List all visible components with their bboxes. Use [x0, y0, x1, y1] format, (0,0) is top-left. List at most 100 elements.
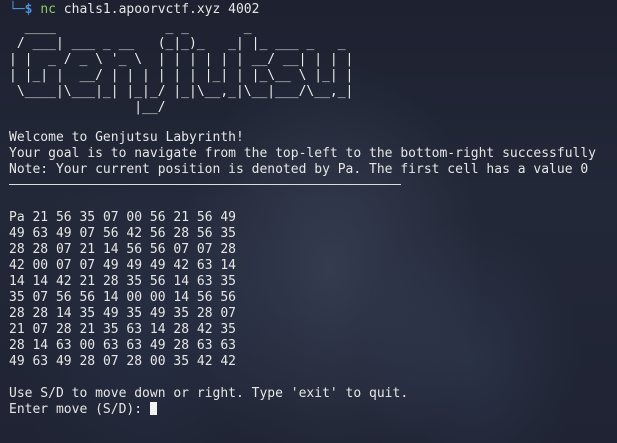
grid-cell: 21	[173, 210, 190, 225]
grid-row: 35 07 56 56 14 00 00 14 56 56	[9, 290, 236, 306]
grid-cell: 28	[173, 322, 190, 337]
grid-cell: 21	[79, 322, 96, 337]
grid-cell: 28	[173, 338, 190, 353]
grid-cell: 42	[55, 274, 72, 289]
grid-cell: 28	[9, 306, 25, 321]
grid-cell: 42	[196, 354, 213, 369]
grid-cell: 07	[196, 242, 213, 257]
grid-cell: 28	[102, 274, 119, 289]
grid-cell: 56	[79, 290, 96, 305]
grid-cell: 49	[9, 226, 25, 241]
grid-cell: 00	[149, 354, 166, 369]
grid-cell: 14	[102, 242, 119, 257]
grid-row: 49 63 49 28 07 28 00 35 42 42	[9, 354, 236, 370]
grid-cell: 49	[149, 258, 166, 273]
grid-cell: 56	[196, 226, 213, 241]
grid-cell: 07	[79, 258, 96, 273]
grid-cell: 28	[126, 354, 143, 369]
banner-line: |__/	[9, 100, 166, 115]
grid-cell: 42	[173, 258, 190, 273]
ascii-art-banner: ____ _ _ _ / ___| ___ _ __ (_|_)_ _| |_ …	[9, 20, 353, 116]
command-name: nc	[40, 2, 56, 17]
grid-cell: 00	[149, 290, 166, 305]
grid-cell: 56	[126, 242, 143, 257]
grid-cell: 56	[55, 210, 72, 225]
grid-cell: 21	[79, 274, 96, 289]
grid-cell: 28	[32, 306, 49, 321]
grid-cell: 28	[9, 338, 25, 353]
grid-cell: 56	[102, 226, 119, 241]
grid-cell: 63	[55, 338, 72, 353]
grid-cell: 56	[149, 274, 166, 289]
grid-cell: 07	[55, 258, 72, 273]
grid-cell: 63	[196, 338, 213, 353]
banner-line: ____ _ _ _	[9, 20, 252, 35]
grid-cell: 63	[126, 338, 143, 353]
banner-line: / ___| ___ _ __ (_|_)_ _| |_ ___ _ _	[9, 36, 346, 51]
grid-cell: 49	[220, 210, 237, 225]
grid-row: 14 14 42 21 28 35 56 14 63 35	[9, 274, 236, 290]
grid-cell: 35	[220, 226, 237, 241]
text-cursor[interactable]	[149, 402, 157, 415]
grid-cell: 49	[102, 258, 119, 273]
grid-cell: 07	[32, 322, 49, 337]
grid-cell: 28	[79, 354, 96, 369]
banner-line: \____|\___|_| |_|_/ |_|\__,_|\__|___/\__…	[9, 84, 354, 99]
move-input-line[interactable]: Enter move (S/D):	[9, 402, 157, 418]
grid-cell: 35	[126, 274, 143, 289]
prompt-dollar-sign: $	[24, 2, 33, 17]
terminal-window[interactable]: └─$ nc chals1.apoorvctf.xyz 4002 ____ _ …	[0, 0, 617, 443]
grid-cell: 49	[102, 306, 119, 321]
grid-cell: 35	[79, 306, 96, 321]
grid-cell: 14	[173, 290, 190, 305]
grid-cell: 49	[9, 354, 25, 369]
grid-cell: 28	[220, 242, 237, 257]
banner-line: | | _ / _ \ '_ \ | | | | | | __/ __| | |…	[9, 52, 354, 67]
grid-cell: 63	[32, 226, 49, 241]
grid-row: 42 00 07 07 49 49 49 42 63 14	[9, 258, 236, 274]
grid-cell: 14	[32, 274, 49, 289]
goal-message: Your goal is to navigate from the top-le…	[9, 146, 596, 161]
grid-cell: 56	[196, 210, 213, 225]
move-prompt-label: Enter move (S/D):	[9, 402, 150, 417]
grid-cell: 35	[220, 274, 237, 289]
welcome-message: Welcome to Genjutsu Labyrinth!	[9, 130, 244, 145]
instructions-text: Use S/D to move down or right. Type 'exi…	[9, 386, 409, 401]
grid-cell: 28	[196, 306, 213, 321]
grid-cell: 56	[55, 290, 72, 305]
grid-cell: 56	[149, 210, 166, 225]
grid-cell: 21	[32, 210, 49, 225]
grid-row: 28 14 63 00 63 63 49 28 63 63	[9, 338, 236, 354]
grid-cell: 49	[55, 354, 72, 369]
shell-prompt-line: └─$ nc chals1.apoorvctf.xyz 4002	[9, 2, 259, 18]
grid-cell: 07	[173, 242, 190, 257]
grid-cell: 63	[32, 354, 49, 369]
grid-cell: 00	[126, 290, 143, 305]
labyrinth-grid: Pa 21 56 35 07 00 56 21 56 49 49 63 49 07…	[9, 210, 236, 370]
grid-row: 49 63 49 07 56 42 56 28 56 35	[9, 226, 236, 242]
player-position-cell: Pa	[9, 210, 25, 225]
grid-cell: 07	[102, 354, 119, 369]
grid-cell: 49	[149, 338, 166, 353]
grid-cell: 42	[196, 322, 213, 337]
grid-cell: 00	[32, 258, 49, 273]
grid-cell: 14	[102, 290, 119, 305]
grid-cell: 21	[79, 242, 96, 257]
grid-cell: 07	[102, 210, 119, 225]
grid-cell: 14	[32, 338, 49, 353]
grid-cell: 35	[9, 290, 25, 305]
grid-cell: 00	[79, 338, 96, 353]
grid-cell: 63	[220, 338, 237, 353]
prompt-corner: └─	[9, 2, 25, 17]
grid-cell: 28	[55, 322, 72, 337]
grid-cell: 07	[55, 242, 72, 257]
grid-cell: 35	[126, 306, 143, 321]
grid-cell: 07	[32, 290, 49, 305]
grid-cell: 14	[149, 322, 166, 337]
grid-cell: 14	[220, 258, 237, 273]
banner-line: | |_| | __/ | | | | | | |_| | |_\__ \ |_…	[9, 68, 354, 83]
grid-cell: 35	[173, 306, 190, 321]
grid-cell: 56	[149, 242, 166, 257]
grid-cell: 14	[173, 274, 190, 289]
note-message: Note: Your current position is denoted b…	[9, 162, 589, 177]
